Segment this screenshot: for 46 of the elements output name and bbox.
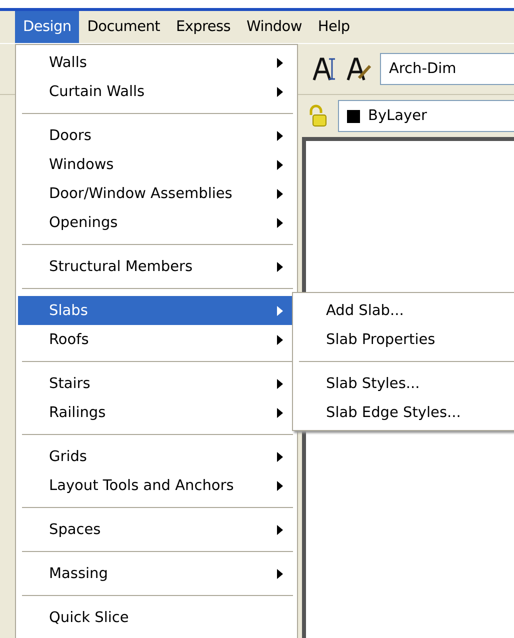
menu-item[interactable]: Slabs (18, 296, 295, 325)
submenu-arrow-icon (277, 160, 283, 170)
submenu-arrow-icon (277, 130, 283, 140)
text-brush-icon[interactable] (346, 56, 372, 82)
menu-item[interactable]: Door/Window Assemblies (18, 179, 295, 208)
submenu-arrow-icon (277, 58, 283, 68)
menu-item[interactable]: Stairs (18, 369, 295, 398)
menu-item[interactable]: Railings (18, 398, 295, 427)
color-swatch (347, 110, 360, 122)
menu-item[interactable]: Add Slab... (295, 296, 514, 325)
submenu-arrow-icon (277, 334, 283, 344)
menu-item[interactable]: Slab Properties (295, 325, 514, 354)
menu-item[interactable]: Spaces (18, 515, 295, 544)
menu-item[interactable]: Structural Members (18, 252, 295, 281)
submenu-arrow-icon (277, 408, 283, 418)
menu-bar-item[interactable]: Window (238, 11, 310, 43)
text-cursor-icon[interactable] (312, 56, 338, 82)
menu-item[interactable]: Grids (18, 442, 295, 471)
menu-item[interactable]: Openings (18, 208, 295, 237)
menu-bar-item[interactable]: Express (168, 11, 239, 43)
submenu-arrow-icon (277, 262, 283, 272)
menu-item[interactable]: Doors (18, 121, 295, 150)
menu-bar-item[interactable]: Help (310, 11, 358, 43)
menu-bar-item[interactable]: Document (79, 11, 168, 43)
submenu-arrow-icon (277, 218, 283, 228)
submenu-arrow-icon (277, 452, 283, 462)
layer-field[interactable]: ByLayer (338, 100, 514, 132)
submenu-arrow-icon (277, 378, 283, 388)
submenu-arrow-icon (277, 86, 283, 96)
menu-item[interactable]: Curtain Walls (18, 77, 295, 106)
menu-item[interactable]: Roofs (18, 325, 295, 354)
menu-item[interactable]: Slab Styles... (295, 369, 514, 398)
menu-item[interactable]: Massing (18, 559, 295, 588)
submenu-arrow-icon (277, 568, 283, 578)
menu-item[interactable]: Windows (18, 150, 295, 179)
submenu-arrow-icon (277, 306, 283, 316)
submenu-arrow-icon (277, 524, 283, 534)
text-style-field[interactable]: Arch-Dim (380, 53, 514, 85)
menu-item[interactable]: Quick Slice (18, 603, 295, 632)
submenu-arrow-icon (277, 188, 283, 198)
menu-item[interactable]: Walls (18, 48, 295, 77)
submenu-arrow-icon (277, 480, 283, 490)
menu-item[interactable]: Slab Edge Styles... (295, 398, 514, 427)
menu-bar-item[interactable]: Design (15, 11, 80, 43)
menu-item[interactable]: Layout Tools and Anchors (18, 471, 295, 500)
layer-name: ByLayer (368, 108, 427, 124)
